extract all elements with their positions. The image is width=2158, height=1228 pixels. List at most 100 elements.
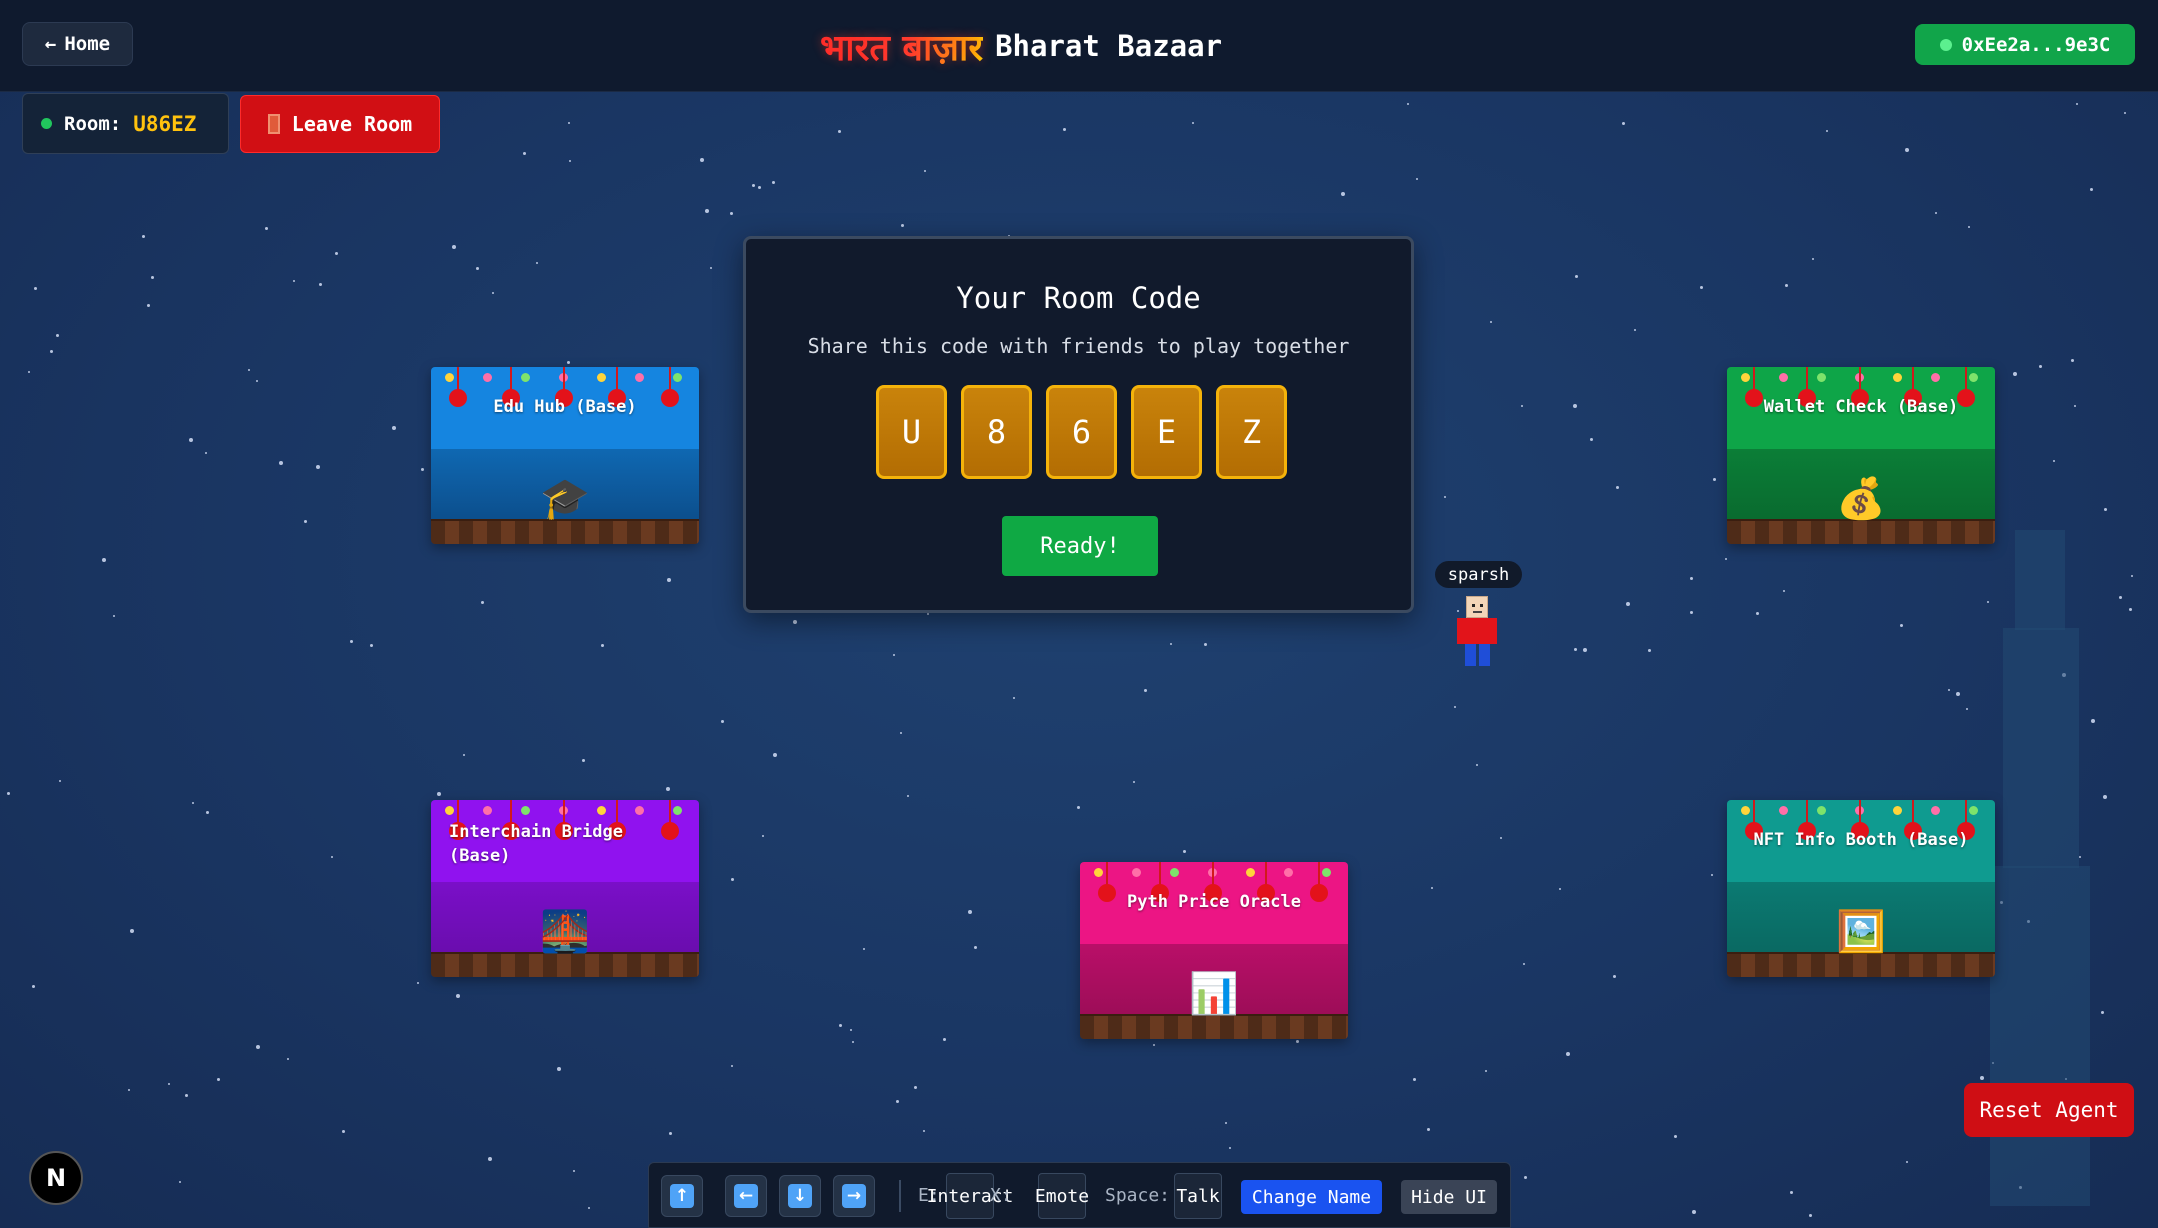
booth-pyth-price-oracle[interactable]: Pyth Price Oracle 📊 bbox=[1080, 862, 1348, 1039]
light-bulb bbox=[1817, 373, 1826, 382]
star bbox=[1153, 1044, 1155, 1046]
lantern-decoration bbox=[502, 367, 520, 407]
star bbox=[1634, 329, 1636, 331]
star bbox=[914, 1086, 917, 1089]
room-code: U86EZ bbox=[133, 111, 197, 136]
star bbox=[1133, 781, 1135, 783]
star bbox=[924, 170, 926, 172]
booth-interchain-bridge[interactable]: Interchain Bridge (Base) 🌉 bbox=[431, 800, 699, 977]
game-stage[interactable]: ← Home भारत बाज़ार Bharat Bazaar 0xEe2a.… bbox=[0, 0, 2158, 1228]
bridge-at-night-icon: 🌉 bbox=[540, 909, 590, 955]
light-bulb bbox=[597, 806, 606, 815]
star bbox=[1674, 1135, 1677, 1138]
booth-title: Edu Hub (Base) bbox=[493, 397, 637, 417]
star bbox=[217, 1078, 220, 1081]
light-bulb bbox=[1893, 373, 1902, 382]
light-bulb bbox=[483, 806, 492, 815]
star bbox=[331, 856, 333, 858]
light-bulb bbox=[1931, 806, 1940, 815]
move-right-key[interactable]: → bbox=[833, 1175, 875, 1217]
reset-agent-button[interactable]: Reset Agent bbox=[1964, 1083, 2134, 1137]
star bbox=[437, 792, 441, 796]
star bbox=[102, 558, 106, 562]
booth-wallet-check[interactable]: Wallet Check (Base) 💰 bbox=[1727, 367, 1995, 544]
star bbox=[279, 461, 283, 465]
star bbox=[1077, 806, 1080, 809]
light-bulb bbox=[1969, 373, 1978, 382]
star bbox=[335, 252, 338, 255]
hide-ui-button[interactable]: Hide UI bbox=[1401, 1180, 1497, 1214]
star bbox=[2119, 596, 2122, 599]
star bbox=[192, 802, 194, 804]
star bbox=[588, 1207, 590, 1209]
booth-nft-info[interactable]: NFT Info Booth (Base) 🖼️ bbox=[1727, 800, 1995, 977]
light-bulb bbox=[1779, 373, 1788, 382]
star bbox=[731, 1065, 733, 1067]
change-name-button[interactable]: Change Name bbox=[1241, 1180, 1382, 1214]
brand: भारत बाज़ार Bharat Bazaar bbox=[820, 20, 1222, 72]
star bbox=[56, 334, 59, 337]
star bbox=[28, 371, 30, 373]
star bbox=[762, 835, 764, 837]
star bbox=[1574, 648, 1577, 651]
player-avatar[interactable] bbox=[1452, 596, 1502, 668]
star bbox=[1692, 1210, 1696, 1214]
leave-room-button[interactable]: Leave Room bbox=[240, 95, 440, 153]
wallet-button[interactable]: 0xEe2a...9e3C bbox=[1915, 24, 2135, 65]
star bbox=[601, 644, 604, 647]
top-bar: ← Home भारत बाज़ार Bharat Bazaar 0xEe2a.… bbox=[0, 0, 2158, 92]
star bbox=[113, 615, 115, 617]
star bbox=[901, 224, 904, 227]
light-bulb bbox=[1969, 806, 1978, 815]
background-tower bbox=[2015, 530, 2065, 630]
lantern-decoration bbox=[1957, 800, 1975, 840]
nextjs-dev-badge[interactable]: N bbox=[29, 1151, 83, 1205]
star bbox=[1183, 850, 1186, 853]
star bbox=[1905, 148, 1909, 152]
ready-button[interactable]: Ready! bbox=[1002, 516, 1158, 576]
star bbox=[1485, 1070, 1487, 1072]
star bbox=[256, 1045, 260, 1049]
home-button[interactable]: ← Home bbox=[22, 22, 133, 66]
star bbox=[205, 452, 207, 454]
star bbox=[2053, 460, 2055, 462]
star bbox=[179, 1181, 181, 1183]
star bbox=[573, 1170, 575, 1172]
star bbox=[1559, 888, 1561, 890]
star bbox=[1980, 1076, 1984, 1080]
move-up-key[interactable]: ↑ bbox=[661, 1175, 703, 1217]
talk-key[interactable]: Talk bbox=[1174, 1173, 1222, 1219]
emote-key[interactable]: Emote bbox=[1035, 1173, 1089, 1219]
code-char-box: E bbox=[1131, 385, 1202, 479]
star bbox=[907, 795, 909, 797]
star bbox=[1144, 689, 1147, 692]
light-bulb bbox=[1170, 868, 1179, 877]
lantern-decoration bbox=[1904, 367, 1922, 407]
move-down-key[interactable]: ↓ bbox=[779, 1175, 821, 1217]
star bbox=[2076, 103, 2078, 105]
star bbox=[147, 304, 150, 307]
lantern-decoration bbox=[555, 367, 573, 407]
lantern-decoration bbox=[1257, 862, 1275, 902]
move-left-key[interactable]: ← bbox=[725, 1175, 767, 1217]
room-code-modal: Your Room Code Share this code with frie… bbox=[743, 236, 1414, 613]
star bbox=[852, 1041, 854, 1043]
light-bulb bbox=[1741, 373, 1750, 382]
star bbox=[536, 262, 538, 264]
player-name-tag: sparsh bbox=[1435, 561, 1522, 588]
money-bag-icon: 💰 bbox=[1836, 476, 1886, 522]
modal-title: Your Room Code bbox=[956, 281, 1201, 315]
light-bulb bbox=[1741, 806, 1750, 815]
booth-edu-hub[interactable]: Edu Hub (Base) 🎓 bbox=[431, 367, 699, 544]
star bbox=[1590, 438, 1593, 441]
light-bulb bbox=[1931, 373, 1940, 382]
star bbox=[1583, 648, 1587, 652]
lantern-decoration bbox=[1098, 862, 1116, 902]
light-bulb bbox=[1322, 868, 1331, 877]
star bbox=[481, 601, 484, 604]
lantern-decoration bbox=[449, 367, 467, 407]
code-char-box: Z bbox=[1216, 385, 1287, 479]
interact-key[interactable]: Interact bbox=[927, 1173, 1013, 1219]
star bbox=[1906, 1161, 1908, 1163]
lantern-decoration bbox=[1851, 800, 1869, 840]
